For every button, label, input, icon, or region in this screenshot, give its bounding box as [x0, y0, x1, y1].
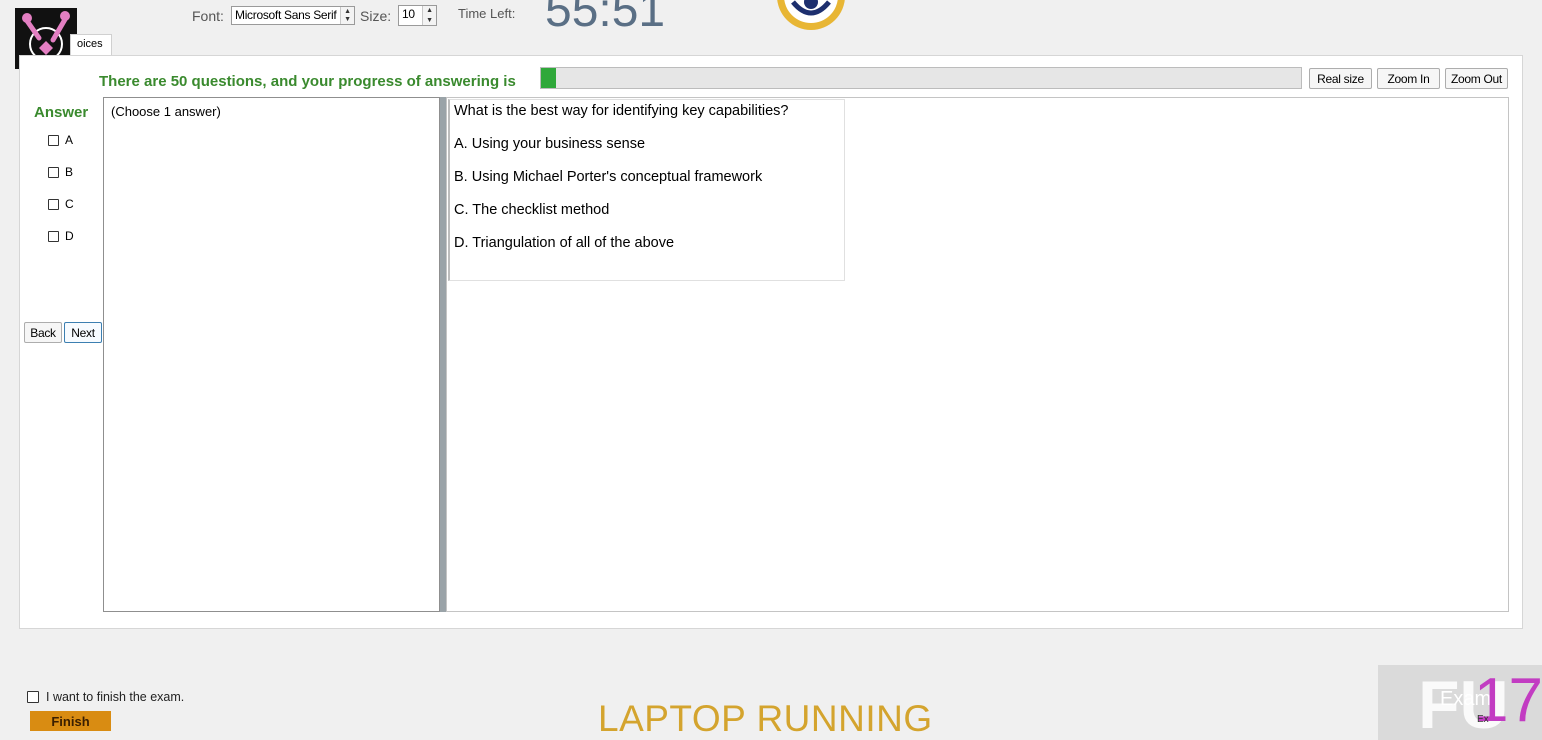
font-value: Microsoft Sans Serif	[235, 8, 337, 22]
answer-checkbox[interactable]	[48, 166, 59, 178]
back-button[interactable]: Back	[24, 322, 62, 343]
size-label: Size:	[360, 8, 392, 24]
badge-small-label: Ex	[1477, 714, 1489, 725]
progress-bar	[540, 67, 1302, 89]
font-spinner-icon[interactable]: ▲ ▼	[340, 7, 354, 24]
question-panel: What is the best way for identifying key…	[446, 97, 1509, 612]
answer-checkbox[interactable]	[48, 230, 59, 242]
size-value: 10	[402, 7, 415, 21]
next-button[interactable]: Next	[64, 322, 102, 343]
size-stepper[interactable]: 10 ▲ ▼	[398, 5, 437, 26]
font-label: Font:	[192, 8, 224, 24]
size-spinner-icon[interactable]: ▲ ▼	[422, 6, 436, 25]
answer-option-label: A	[65, 133, 74, 147]
finish-checkbox[interactable]	[27, 691, 39, 703]
answer-notes-panel: (Choose 1 answer)	[103, 97, 440, 612]
answer-option-d[interactable]: D	[48, 229, 74, 243]
progress-text: There are 50 questions, and your progres…	[99, 73, 516, 90]
question-choice: D. Triangulation of all of the above	[454, 235, 675, 251]
finish-button[interactable]: Finish	[30, 711, 111, 731]
tab-choices[interactable]: oices	[70, 34, 112, 56]
font-select[interactable]: Microsoft Sans Serif ▲ ▼	[231, 6, 355, 25]
answer-option-label: B	[65, 165, 74, 179]
question-box: What is the best way for identifying key…	[448, 99, 845, 281]
zoom-out-button[interactable]: Zoom Out	[1445, 68, 1508, 89]
timer: 55:51	[545, 0, 666, 37]
answer-checkbox[interactable]	[48, 134, 59, 146]
answer-heading: Answer	[34, 104, 89, 121]
answer-option-a[interactable]: A	[48, 133, 73, 147]
question-choice: A. Using your business sense	[454, 136, 646, 152]
answer-checkbox[interactable]	[48, 198, 59, 210]
laptop-running-banner: LAPTOP RUNNING	[598, 698, 933, 739]
choose-hint: (Choose 1 answer)	[111, 104, 221, 119]
finish-checkbox-label: I want to finish the exam.	[46, 690, 185, 704]
zoom-in-button[interactable]: Zoom In	[1377, 68, 1440, 89]
progress-fill	[541, 68, 557, 88]
question-choice: C. The checklist method	[454, 202, 610, 218]
question-text: What is the best way for identifying key…	[454, 103, 789, 119]
exam-badge: FU Exam 17 Ex	[1378, 665, 1542, 740]
answer-option-label: C	[65, 197, 74, 211]
tab-choices-label: oices	[77, 38, 103, 50]
answer-option-label: D	[65, 229, 74, 243]
badge-number: 17	[1474, 666, 1542, 735]
crest-icon	[773, 0, 849, 32]
answer-option-b[interactable]: B	[48, 165, 73, 179]
answer-option-c[interactable]: C	[48, 197, 74, 211]
real-size-button[interactable]: Real size	[1309, 68, 1372, 89]
question-choice: B. Using Michael Porter's conceptual fra…	[454, 169, 763, 185]
finish-exam-option[interactable]: I want to finish the exam.	[27, 690, 184, 704]
time-left-label: Time Left:	[458, 6, 516, 21]
